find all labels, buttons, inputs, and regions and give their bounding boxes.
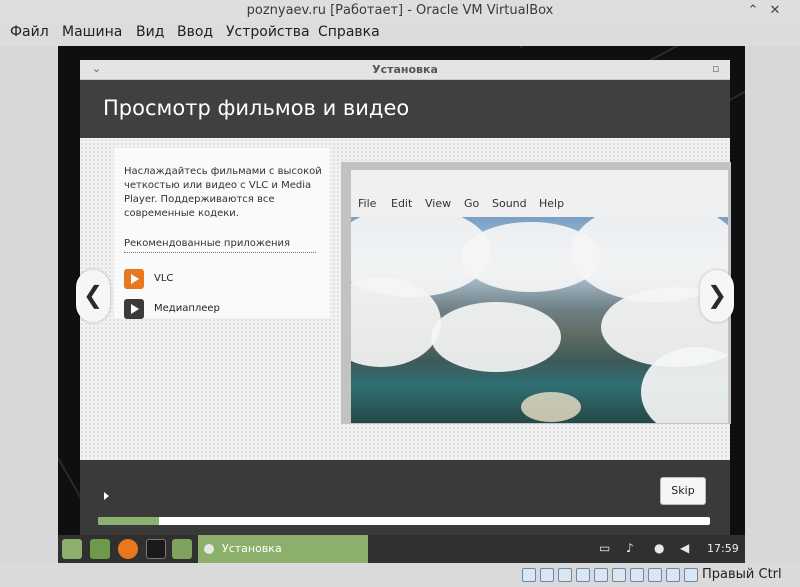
host-menu-bar: Файл Машина Вид Ввод Устройства Справка [0,22,800,46]
menu-help[interactable]: Справка [318,24,380,40]
menu-machine[interactable]: Машина [62,24,122,40]
host-status-bar: Правый Ctrl [0,563,800,587]
app-label: VLC [154,273,174,284]
video-frame [351,217,728,423]
display-settings-icon[interactable] [630,568,644,582]
next-slide-button[interactable]: ❯ [700,270,734,322]
recommended-apps-label: Рекомендованные приложения [124,238,316,253]
video-player-screenshot: File Edit View Go Sound Help [341,162,731,424]
menu-input[interactable]: Ввод [177,24,213,40]
installer-task-icon [204,544,214,554]
window-close-icon[interactable]: ▫ [712,62,719,75]
mint-menu-icon[interactable] [62,539,82,559]
previous-slide-button[interactable]: ❮ [76,270,110,322]
network-icon[interactable]: ● [654,541,664,555]
page-title: Просмотр фильмов и видео [103,96,410,120]
media-player-icon [124,299,144,319]
mouse-integration-icon[interactable] [684,568,698,582]
installer-title: Установка [372,63,438,76]
menu-view[interactable]: Вид [136,24,164,40]
installer-header: Просмотр фильмов и видео [80,80,730,138]
progress-fill [98,517,160,525]
installer-title-bar: ⌄ Установка ▫ [80,60,730,80]
shared-folders-icon[interactable] [612,568,626,582]
app-item-vlc[interactable]: VLC [124,269,304,289]
network-adapter-icon[interactable] [576,568,590,582]
vm-right-margin [745,46,800,563]
player-window: File Edit View Go Sound Help [351,170,728,423]
player-menu-edit: Edit [391,197,413,210]
taskbar-item-installer[interactable]: Установка [198,535,368,563]
progress-bar [98,517,710,525]
task-label: Установка [222,542,282,555]
slide-content: Наслаждайтесь фильмами с высокой четкост… [80,138,731,460]
close-button[interactable]: ✕ [766,2,784,20]
virtualization-icon[interactable] [666,568,680,582]
host-window-title: poznyaev.ru [Работает] - Oracle VM Virtu… [246,3,554,18]
volume-icon[interactable]: ◀ [680,541,689,555]
clock: 17:59 [707,542,739,555]
player-menu-help: Help [539,197,565,210]
player-menu-view: View [425,197,452,210]
firefox-icon[interactable] [118,539,138,559]
info-card: Наслаждайтесь фильмами с высокой четкост… [114,148,330,319]
installer-window: ⌄ Установка ▫ Просмотр фильмов и видео Н… [80,60,731,538]
guest-taskbar: Установка ▭ ♪ ● ◀ 17:59 [58,535,745,563]
display-icon[interactable]: ▭ [599,541,610,555]
files-icon[interactable] [90,539,110,559]
optical-drive-icon[interactable] [540,568,554,582]
host-title-bar: poznyaev.ru [Работает] - Oracle VM Virtu… [0,0,800,22]
app-label: Медиаплеер [154,303,220,314]
vlc-icon [124,269,144,289]
minimize-button[interactable]: ⌃ [744,2,762,20]
skip-button[interactable]: Skip [660,477,706,505]
hdd-icon[interactable] [522,568,536,582]
vm-left-margin [0,46,58,563]
slide-description: Наслаждайтесь фильмами с высокой четкост… [124,166,322,219]
audio-icon[interactable] [558,568,572,582]
player-menu-go: Go [464,197,480,210]
installer-footer: Skip [80,460,730,538]
sand-shape [521,392,581,422]
play-icon[interactable] [104,492,109,500]
player-menu-sound: Sound [492,197,527,210]
terminal-icon[interactable] [146,539,166,559]
menu-file[interactable]: Файл [10,24,49,40]
folder-icon[interactable] [172,539,192,559]
menu-devices[interactable]: Устройства [226,24,310,40]
cloud-shape [431,302,561,372]
player-menu-file: File [358,197,377,210]
bell-icon[interactable]: ♪ [626,541,634,555]
app-item-media-player[interactable]: Медиаплеер [124,299,304,319]
video-capture-icon[interactable] [648,568,662,582]
host-key-label: Правый Ctrl [702,567,782,582]
usb-icon[interactable] [594,568,608,582]
